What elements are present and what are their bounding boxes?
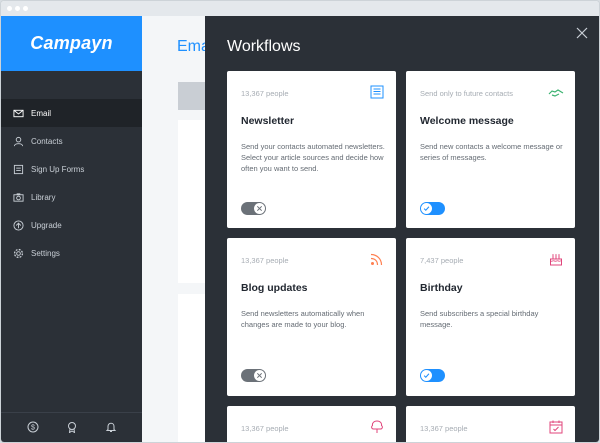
workflow-card[interactable]: 13,367 people [406, 406, 575, 442]
gear-icon [13, 248, 24, 259]
card-title: Welcome message [420, 115, 514, 127]
card-description: Send subscribers a special birthday mess… [420, 309, 539, 329]
sidebar-item-label: Email [31, 108, 52, 118]
person-icon [13, 136, 24, 147]
card-description: Send new contacts a welcome message or s… [420, 142, 563, 162]
card-title: Blog updates [241, 282, 308, 294]
workflows-title: Workflows [227, 38, 301, 55]
card-count: Send only to future contacts [420, 89, 513, 98]
workflow-card-blog-updates[interactable]: 13,367 people Blog updates Send newslett… [227, 238, 396, 396]
card-title: Birthday [420, 282, 463, 294]
card-count: 13,367 people [241, 89, 289, 98]
x-icon [256, 372, 263, 379]
award-badge-icon[interactable] [66, 420, 78, 438]
card-count: 13,367 people [241, 256, 289, 265]
app-logo: Campayn [30, 33, 113, 53]
window-dot-1[interactable] [7, 6, 12, 11]
newsletter-icon [368, 83, 386, 101]
window-dot-2[interactable] [15, 6, 20, 11]
sidebar-item-label: Upgrade [31, 220, 62, 230]
card-count: 13,367 people [420, 424, 468, 433]
toggle-knob [254, 370, 265, 381]
form-icon [13, 164, 24, 175]
logo-bar[interactable]: Campayn [1, 16, 142, 71]
workflow-card-welcome[interactable]: Send only to future contacts Welcome mes… [406, 71, 575, 228]
close-icon [576, 27, 588, 39]
card-title: Newsletter [241, 115, 295, 127]
workflow-toggle-on[interactable] [420, 202, 445, 215]
toggle-knob [421, 370, 432, 381]
envelope-icon [13, 108, 24, 119]
camera-icon [13, 192, 24, 203]
toggle-knob [254, 203, 265, 214]
calendar-icon [547, 418, 565, 436]
sidebar: Campayn Email Contacts Sign Up Forms Lib… [1, 16, 142, 442]
workflow-toggle-off[interactable] [241, 369, 266, 382]
rss-icon [368, 250, 386, 268]
dollar-circle-icon[interactable]: $ [27, 420, 39, 438]
sidebar-item-contacts[interactable]: Contacts [1, 127, 142, 155]
app-window: Campayn Email Contacts Sign Up Forms Lib… [0, 0, 600, 443]
card-count: 13,367 people [241, 424, 289, 433]
card-description: Send your contacts automated newsletters… [241, 142, 385, 173]
card-description: Send newsletters automatically when chan… [241, 309, 365, 329]
tree-icon [368, 418, 386, 436]
sidebar-item-label: Library [31, 192, 56, 202]
cake-icon [547, 250, 565, 268]
card-count: 7,437 people [420, 256, 464, 265]
workflow-card-birthday[interactable]: 7,437 people Birthday Send subscribers a… [406, 238, 575, 396]
svg-text:$: $ [31, 424, 35, 431]
sidebar-item-upgrade[interactable]: Upgrade [1, 211, 142, 239]
arrow-up-circle-icon [13, 219, 24, 231]
workflow-toggle-off[interactable] [241, 202, 266, 215]
sidebar-item-library[interactable]: Library [1, 183, 142, 211]
check-icon [423, 206, 430, 212]
bell-icon[interactable] [105, 420, 117, 438]
x-icon [256, 205, 263, 212]
close-button[interactable] [573, 24, 591, 42]
workflow-card-newsletter[interactable]: 13,367 people Newsletter Send your conta… [227, 71, 396, 228]
sidebar-item-label: Contacts [31, 136, 63, 146]
sidebar-nav: Email Contacts Sign Up Forms Library Upg… [1, 99, 142, 267]
sidebar-item-settings[interactable]: Settings [1, 239, 142, 267]
sidebar-footer: $ [1, 412, 142, 442]
workflow-toggle-on[interactable] [420, 369, 445, 382]
handshake-icon [547, 83, 565, 101]
check-icon [423, 373, 430, 379]
workflow-card[interactable]: 13,367 people [227, 406, 396, 442]
sidebar-item-label: Settings [31, 248, 60, 258]
toggle-knob [421, 203, 432, 214]
sidebar-item-email[interactable]: Email [1, 99, 142, 127]
window-dot-3[interactable] [23, 6, 28, 11]
sidebar-item-signup-forms[interactable]: Sign Up Forms [1, 155, 142, 183]
workflows-panel: Workflows 13,367 people Newsletter Send … [205, 16, 599, 442]
sidebar-item-label: Sign Up Forms [31, 164, 85, 174]
window-titlebar [1, 1, 599, 16]
